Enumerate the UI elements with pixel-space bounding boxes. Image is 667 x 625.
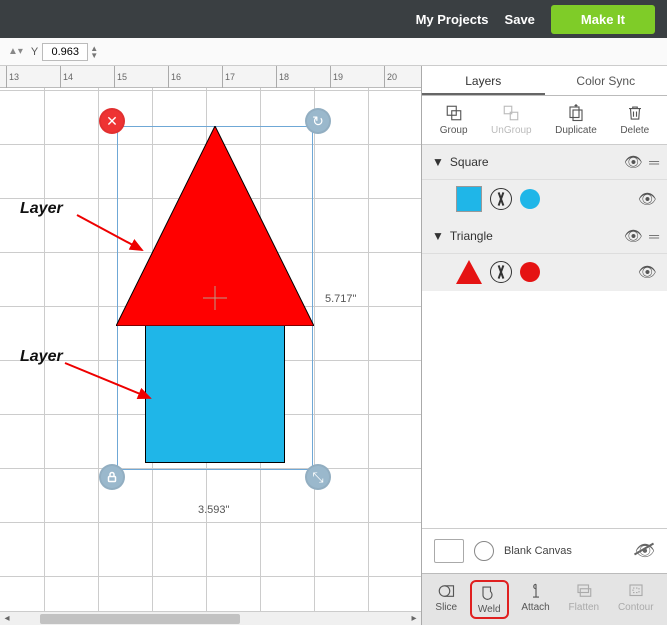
contour-label: Contour [618,602,654,613]
ruler-tick: 19 [330,66,343,88]
my-projects-link[interactable]: My Projects [416,12,489,27]
ruler-tick: 17 [222,66,235,88]
drag-handle-icon[interactable]: ═ [649,154,657,170]
delete-label: Delete [620,125,649,136]
width-dimension: 3.593" [198,504,229,516]
delete-handle-icon[interactable]: ✕ [99,108,125,134]
layer-item-square[interactable]: 👁 [422,180,667,219]
color-swatch[interactable] [520,262,540,282]
delete-button[interactable]: Delete [620,104,649,136]
slice-label: Slice [435,602,457,613]
stepper-prev: ▲▾ [4,46,27,57]
y-input[interactable] [42,43,88,61]
chevron-down-icon[interactable]: ▼ [432,229,444,243]
layer-group-square[interactable]: ▼ Square 👁 ═ [422,145,667,180]
group-button[interactable]: Group [440,104,468,136]
chevron-down-icon[interactable]: ▼ [432,155,444,169]
center-crosshair-icon [203,286,227,310]
height-dimension: 5.717" [325,293,356,305]
ruler-tick: 16 [168,66,181,88]
visibility-toggle-icon[interactable]: 👁 [638,190,657,208]
duplicate-label: Duplicate [555,125,597,136]
layer-name: Square [450,155,489,169]
shape-swatch-square [456,186,482,212]
group-label: Group [440,125,468,136]
y-stepper[interactable]: ▲▼ [90,45,98,59]
attach-tool[interactable]: Attach [515,580,555,619]
linetype-icon[interactable] [490,188,512,210]
visibility-toggle-icon[interactable]: 👁 [624,227,643,245]
ungroup-label: UnGroup [491,125,532,136]
ruler-tick: 15 [114,66,127,88]
visibility-toggle-icon[interactable]: 👁 [624,153,643,171]
canvas-scrollbar-h[interactable]: ◂ ▸ [0,611,421,625]
ungroup-button: UnGroup [491,104,532,136]
color-swatch[interactable] [520,189,540,209]
layer-name: Triangle [450,229,493,243]
blank-canvas-label: Blank Canvas [504,545,572,557]
weld-label: Weld [478,604,501,615]
duplicate-button[interactable]: Duplicate [555,104,597,136]
y-label: Y [31,46,38,58]
scroll-left-icon[interactable]: ◂ [0,612,14,625]
arrow-icon [72,210,152,260]
ruler-horizontal: 13 14 15 16 17 18 19 20 [0,66,421,88]
canvas-color-icon[interactable] [474,541,494,561]
shape-square[interactable] [145,323,285,463]
ruler-tick: 13 [6,66,19,88]
make-it-button[interactable]: Make It [551,5,655,34]
save-button[interactable]: Save [505,12,535,27]
annotation-layer-bottom: Layer [20,348,63,366]
tab-layers[interactable]: Layers [422,66,545,95]
linetype-icon[interactable] [490,261,512,283]
weld-tool[interactable]: Weld [470,580,509,619]
resize-handle-icon[interactable]: ⤡ [305,464,331,490]
drag-handle-icon[interactable]: ═ [649,228,657,244]
scroll-thumb[interactable] [40,614,240,624]
flatten-tool: Flatten [563,580,606,619]
rotate-handle-icon[interactable]: ↻ [305,108,331,134]
attach-label: Attach [521,602,549,613]
slice-tool[interactable]: Slice [429,580,463,619]
lock-handle-icon[interactable] [99,464,125,490]
ruler-tick: 20 [384,66,397,88]
shape-swatch-triangle [456,260,482,284]
tab-color-sync[interactable]: Color Sync [545,66,667,95]
layer-group-triangle[interactable]: ▼ Triangle 👁 ═ [422,219,667,254]
canvas-swatch [434,539,464,563]
contour-tool: Contour [612,580,660,619]
flatten-label: Flatten [569,602,600,613]
blank-canvas-row[interactable]: Blank Canvas 👁 [422,528,667,573]
design-canvas[interactable]: 5.717" 3.593" Layer Layer ✕ ↻ ⤡ ◂ ▸ [0,88,421,625]
visibility-hidden-icon[interactable]: 👁 [635,541,655,561]
arrow-icon [60,358,160,408]
layer-item-triangle[interactable]: 👁 [422,254,667,291]
ruler-tick: 14 [60,66,73,88]
visibility-toggle-icon[interactable]: 👁 [638,263,657,281]
scroll-right-icon[interactable]: ▸ [407,612,421,625]
annotation-layer-top: Layer [20,200,63,218]
ruler-tick: 18 [276,66,289,88]
